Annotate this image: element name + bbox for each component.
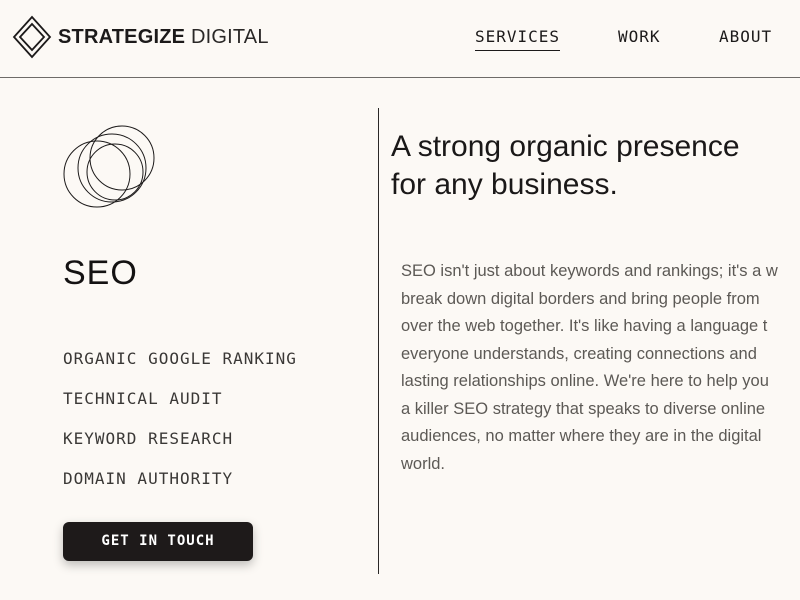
page-headline: A strong organic presence for any busine…: [391, 128, 740, 204]
description-line: everyone understands, creating connectio…: [401, 344, 757, 363]
feature-item: DOMAIN AUTHORITY: [63, 469, 234, 488]
nav-item-about[interactable]: ABOUT: [719, 27, 772, 50]
service-title: SEO: [63, 254, 138, 292]
column-divider: [378, 108, 379, 574]
feature-list: ORGANIC GOOGLE RANKING TECHNICAL AUDIT K…: [63, 347, 297, 507]
main-nav: SERVICES WORK ABOUT: [0, 27, 800, 51]
description-line: world.: [401, 454, 446, 473]
feature-item: KEYWORD RESEARCH: [63, 429, 234, 448]
nav-item-services[interactable]: SERVICES: [475, 27, 561, 51]
site-header: STRATEGIZE DIGITAL SERVICES WORK ABOUT: [0, 0, 800, 78]
description-line: SEO isn't just about keywords and rankin…: [401, 262, 778, 280]
overlapping-circles-icon: [63, 125, 155, 208]
headline-line: for any business.: [391, 168, 618, 201]
description-line: break down digital borders and bring peo…: [401, 289, 760, 308]
page: STRATEGIZE DIGITAL SERVICES WORK ABOUT S…: [0, 0, 800, 600]
get-in-touch-button[interactable]: GET IN TOUCH: [63, 522, 253, 561]
nav-item-work[interactable]: WORK: [618, 27, 661, 50]
description-line: over the web together. It's like having …: [401, 317, 768, 335]
headline-line: A strong organic presence: [391, 130, 740, 163]
feature-item: ORGANIC GOOGLE RANKING: [63, 349, 297, 368]
description-paragraph: SEO isn't just about keywords and rankin…: [401, 258, 800, 478]
description-line: lasting relationships online. We're here…: [401, 372, 769, 390]
feature-item: TECHNICAL AUDIT: [63, 389, 223, 408]
description-line: audiences, no matter where they are in t…: [401, 427, 762, 445]
description-line: a killer SEO strategy that speaks to div…: [401, 399, 766, 418]
